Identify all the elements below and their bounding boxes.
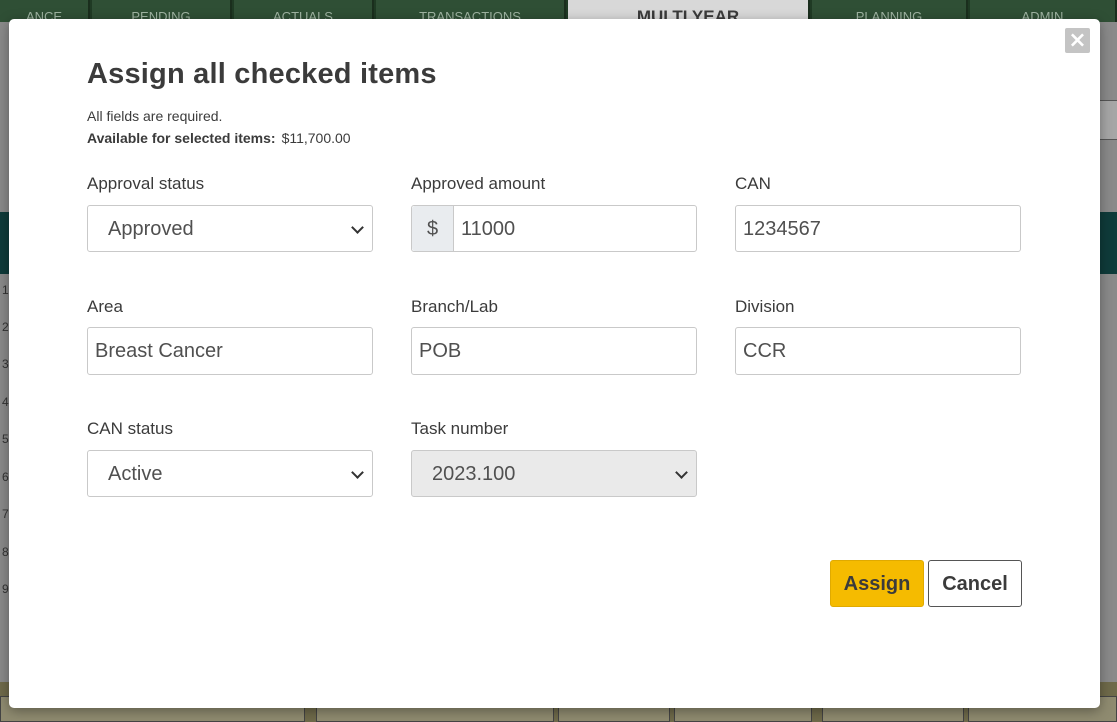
approved-amount-input[interactable]: $ 11000 bbox=[411, 205, 697, 252]
approval-status-label: Approval status bbox=[87, 174, 205, 193]
can-status-label: CAN status bbox=[87, 419, 173, 438]
approved-amount-value: 11000 bbox=[461, 218, 516, 240]
row-number: 1 bbox=[2, 283, 9, 297]
chevron-down-icon bbox=[351, 466, 364, 479]
dollar-prefix: $ bbox=[412, 206, 454, 251]
area-input[interactable]: Breast Cancer bbox=[87, 327, 373, 375]
row-number: 8 bbox=[2, 545, 9, 559]
close-icon[interactable]: × bbox=[1065, 28, 1090, 53]
row-number: 9 bbox=[2, 582, 9, 596]
division-value: CCR bbox=[743, 340, 787, 362]
background-toolbar-edge bbox=[1100, 100, 1117, 140]
assign-button[interactable]: Assign bbox=[830, 560, 924, 607]
area-value: Breast Cancer bbox=[95, 340, 223, 362]
cancel-button[interactable]: Cancel bbox=[928, 560, 1022, 607]
row-number: 2 bbox=[2, 320, 9, 334]
branch-lab-input[interactable]: POB bbox=[411, 327, 697, 375]
chevron-down-icon bbox=[675, 466, 688, 479]
approval-status-value: Approved bbox=[108, 218, 194, 240]
row-number: 5 bbox=[2, 432, 9, 446]
task-number-label: Task number bbox=[411, 419, 509, 438]
division-input[interactable]: CCR bbox=[735, 327, 1021, 375]
row-number: 4 bbox=[2, 395, 9, 409]
can-status-select[interactable]: Active bbox=[87, 450, 373, 497]
task-number-select[interactable]: 2023.100 bbox=[411, 450, 697, 497]
can-label: CAN bbox=[735, 174, 771, 193]
available-label: Available for selected items: bbox=[87, 130, 276, 146]
row-number: 3 bbox=[2, 357, 9, 371]
available-value: $11,700.00 bbox=[281, 130, 351, 146]
chevron-down-icon bbox=[351, 221, 364, 234]
approval-status-select[interactable]: Approved bbox=[87, 205, 373, 252]
row-number: 7 bbox=[2, 507, 9, 521]
branch-lab-label: Branch/Lab bbox=[411, 297, 498, 316]
can-input[interactable]: 1234567 bbox=[735, 205, 1021, 252]
area-label: Area bbox=[87, 297, 123, 316]
approved-amount-label: Approved amount bbox=[411, 174, 546, 193]
can-value: 1234567 bbox=[743, 218, 821, 240]
task-number-value: 2023.100 bbox=[432, 463, 516, 485]
can-status-value: Active bbox=[108, 463, 163, 485]
division-label: Division bbox=[735, 297, 795, 316]
available-amount: Available for selected items: $11,700.00 bbox=[87, 130, 351, 146]
required-note: All fields are required. bbox=[87, 108, 223, 124]
dialog-title: Assign all checked items bbox=[87, 58, 437, 90]
row-number: 6 bbox=[2, 470, 9, 484]
branch-lab-value: POB bbox=[419, 340, 462, 362]
